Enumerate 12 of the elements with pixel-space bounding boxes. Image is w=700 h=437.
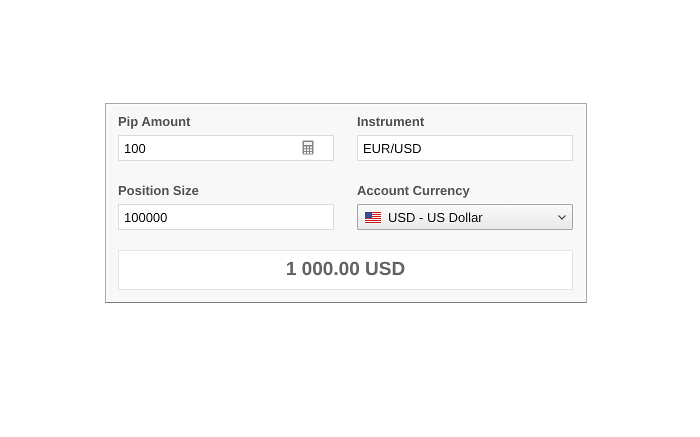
result-value: 1 000.00 USD <box>286 259 406 281</box>
input-field[interactable]: 100 <box>118 135 334 161</box>
field-label: Instrument <box>357 114 424 130</box>
currency-select[interactable]: USD - US Dollar <box>357 204 573 230</box>
field-label: Position Size <box>118 183 199 199</box>
input-field[interactable]: 100000 <box>118 204 334 230</box>
chevron-down-icon <box>558 214 566 220</box>
flag-icon <box>365 212 381 222</box>
field-label: Account Currency <box>357 183 470 199</box>
input-field[interactable]: EUR/USD <box>357 135 573 161</box>
field-label: Pip Amount <box>118 114 190 130</box>
calculator-icon[interactable] <box>302 140 314 155</box>
